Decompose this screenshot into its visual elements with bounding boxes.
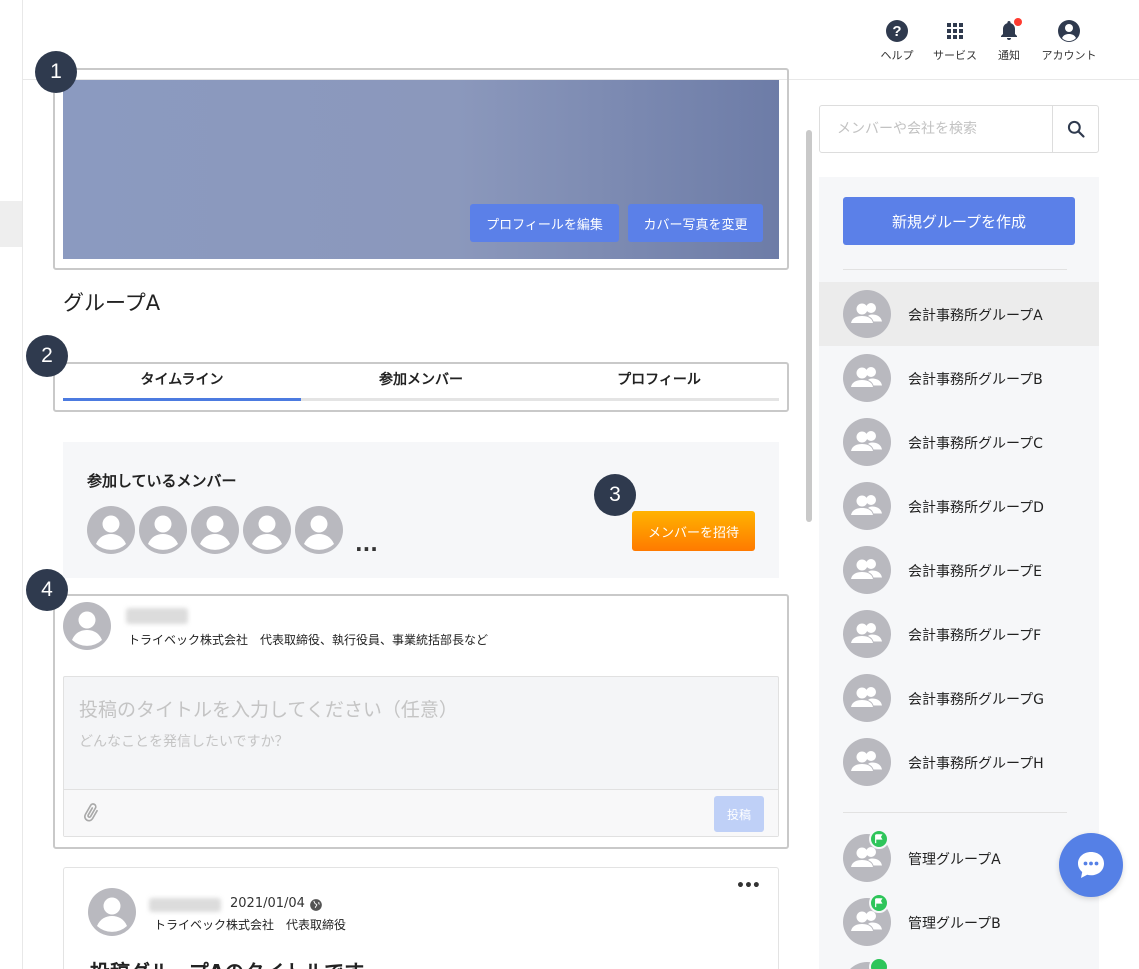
compose-footer: 投稿 (64, 789, 778, 836)
help-icon: ? (886, 20, 908, 42)
post-button[interactable]: 投稿 (714, 796, 764, 832)
left-rail (0, 0, 23, 969)
sidebar-group-item[interactable]: 会計事務所グループG (819, 666, 1099, 730)
member-avatars: ... (87, 506, 378, 554)
account-icon (1058, 20, 1080, 42)
group-name: 会計事務所グループE (908, 564, 1043, 580)
search-button[interactable] (1052, 106, 1098, 152)
post-card: 2021/01/04 トライベック株式会社 代表取締役 ••• 投稿グループAの… (63, 867, 779, 969)
post-author-org: トライベック株式会社 代表取締役 (154, 918, 347, 932)
post-date: 2021/01/04 (230, 896, 305, 911)
create-group-button[interactable]: 新規グループを作成 (843, 197, 1075, 245)
group-title: グループA (63, 291, 161, 315)
member-avatar[interactable] (295, 506, 343, 554)
attachment-icon[interactable] (80, 802, 102, 824)
sidebar-group-item[interactable]: 会計事務所グループC (819, 410, 1099, 474)
group-name: 会計事務所グループB (908, 372, 1043, 388)
member-search (819, 105, 1099, 153)
sidebar-admin-group-item[interactable]: 管理グループA (819, 826, 1099, 890)
group-icon (843, 546, 891, 594)
admin-flag-badge (869, 893, 889, 913)
tab-profile[interactable]: プロフィール (540, 365, 778, 401)
nav-notifications[interactable]: 通知 (977, 18, 1041, 63)
change-cover-button[interactable]: カバー写真を変更 (628, 204, 763, 242)
admin-flag-badge (869, 829, 889, 849)
group-icon (843, 354, 891, 402)
sidebar-group-item[interactable]: 会計事務所グループF (819, 602, 1099, 666)
group-icon (843, 738, 891, 786)
svg-text:?: ? (892, 23, 901, 40)
post-author-avatar[interactable] (88, 888, 136, 936)
group-name: 会計事務所グループD (908, 500, 1044, 516)
sidebar-admin-group-item-partial[interactable] (819, 954, 1099, 969)
nav-help-label: ヘルプ (880, 49, 914, 62)
member-avatar[interactable] (87, 506, 135, 554)
composer-avatar (63, 602, 111, 650)
notification-dot (1014, 18, 1022, 26)
nav-account-label: アカウント (1041, 49, 1097, 62)
member-search-input[interactable] (820, 106, 1052, 152)
sidebar-group-item[interactable]: 会計事務所グループB (819, 346, 1099, 410)
members-title: 参加しているメンバー (87, 472, 237, 490)
member-avatar[interactable] (139, 506, 187, 554)
group-name: 会計事務所グループC (908, 436, 1043, 452)
more-members-indicator[interactable]: ... (355, 534, 378, 554)
sidebar-group-item[interactable]: 会計事務所グループA (819, 282, 1099, 346)
group-name: 会計事務所グループF (908, 628, 1042, 644)
sidebar-divider (843, 812, 1067, 813)
main-scrollbar[interactable] (806, 130, 812, 522)
post-author-name-blurred (149, 898, 221, 912)
group-name: 会計事務所グループA (908, 308, 1043, 324)
member-avatar[interactable] (243, 506, 291, 554)
post-body-input[interactable]: どんなことを発信したいですか？ (79, 731, 289, 751)
group-name: 管理グループA (908, 852, 1001, 868)
group-icon (843, 482, 891, 530)
invite-member-button[interactable]: メンバーを招待 (632, 511, 755, 551)
nav-help[interactable]: ? ヘルプ (865, 19, 929, 63)
sidebar-group-item[interactable]: 会計事務所グループE (819, 538, 1099, 602)
step-marker-3: 3 (594, 474, 636, 516)
group-icon (843, 674, 891, 722)
tab-members[interactable]: 参加メンバー (302, 365, 540, 401)
post-title-input[interactable]: 投稿のタイトルを入力してください（任意） (79, 695, 458, 722)
tab-timeline[interactable]: タイムライン (63, 365, 301, 401)
tab-active-indicator (63, 398, 301, 401)
group-icon (843, 610, 891, 658)
chat-bubble-icon (1078, 852, 1104, 878)
globe-icon (310, 899, 322, 911)
group-tabs: タイムライン 参加メンバー プロフィール (63, 365, 779, 403)
left-rail-tab[interactable] (0, 201, 22, 247)
chat-button[interactable] (1059, 833, 1123, 897)
admin-flag-badge (869, 957, 889, 969)
members-panel: 参加しているメンバー ... (63, 442, 779, 578)
sidebar-group-item[interactable]: 会計事務所グループD (819, 474, 1099, 538)
nav-account[interactable]: アカウント (1037, 19, 1101, 63)
composer-user-org: トライベック株式会社 代表取締役、執行役員、事業統括部長など (128, 633, 489, 647)
group-name: 会計事務所グループG (908, 692, 1045, 708)
group-icon (843, 290, 891, 338)
step-marker-1: 1 (35, 51, 77, 93)
flag-icon (875, 898, 883, 908)
nav-services-label: サービス (933, 49, 977, 62)
group-sidebar: 新規グループを作成 会計事務所グループA 会計事務所グループB 会計事務所グルー… (819, 177, 1099, 969)
sidebar-divider (843, 269, 1067, 270)
step-marker-2: 2 (26, 335, 68, 377)
group-icon (843, 418, 891, 466)
cover-image: プロフィールを編集 カバー写真を変更 (63, 80, 779, 259)
sidebar-group-item[interactable]: 会計事務所グループH (819, 730, 1099, 794)
step-marker-4: 4 (26, 569, 68, 611)
grid-icon (947, 23, 963, 39)
group-name: 管理グループB (908, 916, 1001, 932)
group-name: 会計事務所グループH (908, 756, 1044, 772)
post-title: 投稿グループAのタイトルです (90, 956, 364, 969)
member-avatar[interactable] (191, 506, 239, 554)
sidebar-admin-group-item[interactable]: 管理グループB (819, 890, 1099, 954)
post-more-menu[interactable]: ••• (736, 878, 761, 894)
edit-profile-button[interactable]: プロフィールを編集 (470, 204, 619, 242)
flag-icon (875, 834, 883, 844)
compose-area: 投稿のタイトルを入力してください（任意） どんなことを発信したいですか？ 投稿 (63, 676, 779, 837)
composer-user-name-blurred (126, 608, 188, 624)
search-icon (1067, 120, 1085, 138)
nav-notifications-label: 通知 (998, 49, 1020, 62)
